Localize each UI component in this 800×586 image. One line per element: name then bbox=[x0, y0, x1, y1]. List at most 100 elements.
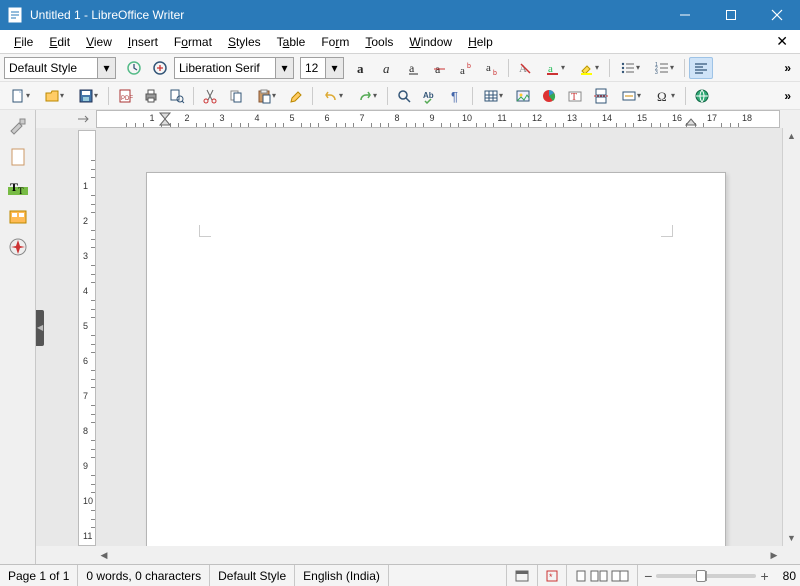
menu-insert[interactable]: Insert bbox=[120, 32, 166, 52]
menu-format[interactable]: Format bbox=[166, 32, 220, 52]
paste-button[interactable]: ▾ bbox=[250, 85, 282, 107]
horizontal-scrollbar[interactable]: ◀ ▶ bbox=[36, 546, 800, 564]
cut-button[interactable] bbox=[198, 85, 222, 107]
redo-button[interactable]: ▾ bbox=[351, 85, 383, 107]
subscript-button[interactable]: ab bbox=[480, 57, 504, 79]
status-style[interactable]: Default Style bbox=[210, 565, 295, 586]
status-language[interactable]: English (India) bbox=[295, 565, 389, 586]
new-style-button[interactable] bbox=[148, 57, 172, 79]
bold-button[interactable]: a bbox=[350, 57, 374, 79]
highlight-color-button[interactable]: ▾ bbox=[573, 57, 605, 79]
status-signature[interactable]: * bbox=[538, 565, 567, 586]
print-button[interactable] bbox=[139, 85, 163, 107]
insert-image-button[interactable] bbox=[511, 85, 535, 107]
indent-marker-icon[interactable] bbox=[159, 112, 171, 126]
align-left-button[interactable] bbox=[689, 57, 713, 79]
status-page[interactable]: Page 1 of 1 bbox=[0, 565, 78, 586]
zoom-out-button[interactable]: − bbox=[644, 568, 652, 584]
menu-help[interactable]: Help bbox=[460, 32, 501, 52]
scroll-right-button[interactable]: ▶ bbox=[766, 546, 782, 564]
close-button[interactable] bbox=[754, 0, 800, 30]
insert-hyperlink-button[interactable] bbox=[690, 85, 714, 107]
spellcheck-button[interactable]: Ab bbox=[418, 85, 442, 107]
menu-styles[interactable]: Styles bbox=[220, 32, 269, 52]
menu-view[interactable]: View bbox=[78, 32, 120, 52]
find-replace-button[interactable] bbox=[392, 85, 416, 107]
bullet-list-button[interactable]: ▾ bbox=[614, 57, 646, 79]
font-size-dropdown[interactable]: ▾ bbox=[325, 58, 343, 78]
insert-chart-button[interactable] bbox=[537, 85, 561, 107]
multi-page-view-icon[interactable] bbox=[590, 570, 608, 582]
export-pdf-button[interactable]: PDF bbox=[113, 85, 137, 107]
maximize-button[interactable] bbox=[708, 0, 754, 30]
vertical-scrollbar[interactable]: ▲ ▼ bbox=[782, 128, 800, 546]
sidebar-collapse-handle[interactable] bbox=[36, 310, 44, 346]
zoom-percent[interactable]: 80 bbox=[775, 565, 800, 586]
font-color-button[interactable]: a▾ bbox=[539, 57, 571, 79]
underline-button[interactable]: a bbox=[402, 57, 426, 79]
update-style-button[interactable] bbox=[122, 57, 146, 79]
status-wordcount[interactable]: 0 words, 0 characters bbox=[78, 565, 210, 586]
open-button[interactable]: ▾ bbox=[38, 85, 70, 107]
sidebar-styles-icon[interactable]: TT bbox=[5, 174, 31, 200]
copy-button[interactable] bbox=[224, 85, 248, 107]
document-close-button[interactable]: ✕ bbox=[770, 33, 794, 50]
vertical-ruler[interactable]: 1234567891011 bbox=[78, 130, 96, 546]
document-canvas[interactable] bbox=[96, 128, 782, 546]
strikethrough-button[interactable]: a bbox=[428, 57, 452, 79]
font-name-input[interactable] bbox=[175, 58, 275, 78]
menu-table[interactable]: Table bbox=[269, 32, 314, 52]
font-size-input[interactable] bbox=[301, 58, 325, 78]
insert-page-break-button[interactable] bbox=[589, 85, 613, 107]
menu-edit[interactable]: Edit bbox=[41, 32, 78, 52]
toolbar2-overflow-button[interactable]: » bbox=[780, 89, 796, 103]
toolbar-overflow-button[interactable]: » bbox=[780, 61, 796, 75]
scroll-left-button[interactable]: ◀ bbox=[96, 546, 112, 564]
new-document-button[interactable]: ▾ bbox=[4, 85, 36, 107]
formatting-marks-button[interactable]: ¶ bbox=[444, 85, 468, 107]
insert-table-button[interactable]: ▾ bbox=[477, 85, 509, 107]
paragraph-style-dropdown[interactable]: ▾ bbox=[97, 58, 115, 78]
number-list-button[interactable]: 123▾ bbox=[648, 57, 680, 79]
menu-file[interactable]: File bbox=[6, 32, 41, 52]
workspace: TT 123456789101112131415161718 123456789… bbox=[0, 110, 800, 564]
zoom-slider[interactable] bbox=[656, 574, 756, 578]
sidebar-gallery-icon[interactable] bbox=[5, 204, 31, 230]
svg-text:a: a bbox=[409, 61, 415, 75]
italic-button[interactable]: a bbox=[376, 57, 400, 79]
status-view-layout[interactable] bbox=[567, 565, 638, 586]
save-button[interactable]: ▾ bbox=[72, 85, 104, 107]
book-view-icon[interactable] bbox=[611, 570, 629, 582]
right-indent-marker-icon[interactable] bbox=[685, 112, 697, 126]
undo-button[interactable]: ▾ bbox=[317, 85, 349, 107]
paragraph-style-input[interactable] bbox=[5, 58, 97, 78]
status-selection-mode[interactable] bbox=[507, 565, 538, 586]
menu-window[interactable]: Window bbox=[401, 32, 460, 52]
insert-textbox-button[interactable]: T bbox=[563, 85, 587, 107]
svg-text:¶: ¶ bbox=[451, 89, 458, 104]
horizontal-ruler[interactable]: 123456789101112131415161718 bbox=[96, 110, 780, 128]
superscript-button[interactable]: ab bbox=[454, 57, 478, 79]
sidebar-properties-icon[interactable] bbox=[5, 114, 31, 140]
paragraph-style-combo[interactable]: ▾ bbox=[4, 57, 116, 79]
font-size-combo[interactable]: ▾ bbox=[300, 57, 344, 79]
single-page-view-icon[interactable] bbox=[575, 570, 587, 582]
minimize-button[interactable] bbox=[662, 0, 708, 30]
menu-tools[interactable]: Tools bbox=[357, 32, 401, 52]
clear-formatting-button[interactable]: A bbox=[513, 57, 537, 79]
print-preview-button[interactable] bbox=[165, 85, 189, 107]
menu-form[interactable]: Form bbox=[313, 32, 357, 52]
scroll-down-button[interactable]: ▼ bbox=[783, 530, 800, 546]
status-insert-mode[interactable] bbox=[389, 565, 507, 586]
insert-symbol-button[interactable]: Ω▾ bbox=[649, 85, 681, 107]
font-name-dropdown[interactable]: ▾ bbox=[275, 58, 293, 78]
sidebar-page-icon[interactable] bbox=[5, 144, 31, 170]
font-name-combo[interactable]: ▾ bbox=[174, 57, 294, 79]
menubar: File Edit View Insert Format Styles Tabl… bbox=[0, 30, 800, 54]
zoom-in-button[interactable]: + bbox=[760, 568, 768, 584]
page[interactable] bbox=[146, 172, 726, 546]
sidebar-navigator-icon[interactable] bbox=[5, 234, 31, 260]
clone-formatting-button[interactable] bbox=[284, 85, 308, 107]
scroll-up-button[interactable]: ▲ bbox=[783, 128, 800, 144]
insert-field-button[interactable]: ▾ bbox=[615, 85, 647, 107]
